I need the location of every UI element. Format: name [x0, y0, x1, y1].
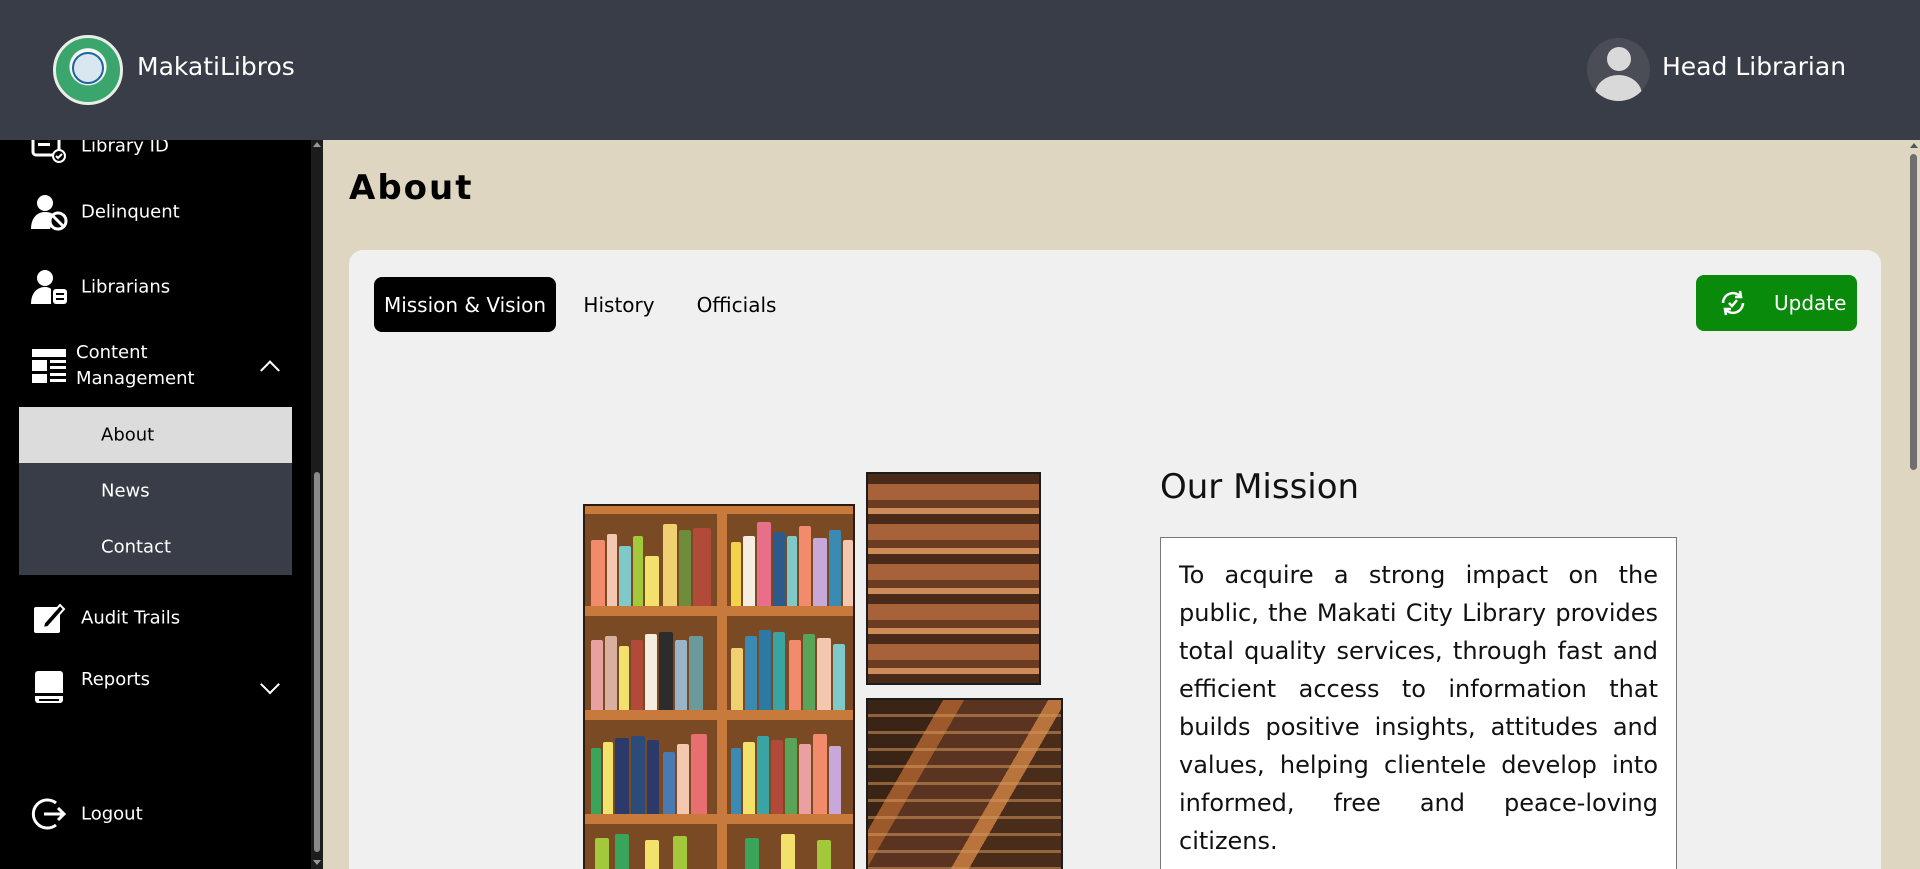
refresh-icon	[1721, 290, 1745, 316]
content-icon	[32, 349, 66, 383]
sidebar-item-label: Logout	[81, 803, 143, 825]
tab-label: History	[583, 292, 655, 317]
update-button[interactable]: Update	[1696, 275, 1857, 331]
mission-textbox[interactable]: To acquire a strong impact on the public…	[1160, 537, 1677, 869]
user-avatar-icon[interactable]	[1587, 38, 1650, 101]
sidebar-item-label: Audit Trails	[81, 607, 181, 629]
library-shelves-photo	[866, 472, 1041, 685]
update-label: Update	[1774, 291, 1847, 315]
sidebar-item-reports[interactable]: Reports	[0, 658, 311, 718]
sidebar-item-content-management[interactable]: Content Management	[0, 326, 311, 406]
submenu-label: Contact	[101, 536, 172, 558]
tab-history[interactable]: History	[569, 277, 669, 332]
sidebar-item-library-id[interactable]: Library ID	[0, 140, 311, 176]
library-logo[interactable]	[53, 35, 123, 105]
tab-label: Officials	[696, 292, 777, 317]
mission-text: To acquire a strong impact on the public…	[1179, 561, 1658, 855]
report-icon	[35, 671, 63, 703]
tab-label: Mission & Vision	[383, 292, 547, 317]
user-role[interactable]: Head Librarian	[1662, 52, 1846, 81]
submenu-item-about[interactable]: About	[19, 407, 292, 463]
page-title: About	[349, 168, 474, 208]
sidebar-item-librarians[interactable]: Librarians	[0, 257, 311, 317]
main-scrollbar[interactable]	[1908, 140, 1920, 869]
sidebar-item-audit-trails[interactable]: Audit Trails	[0, 588, 311, 648]
sidebar-item-label: Librarians	[81, 276, 171, 298]
librarian-icon	[31, 270, 67, 304]
library-id-icon	[31, 140, 66, 163]
tab-mission-vision[interactable]: Mission & Vision	[374, 277, 556, 332]
submenu-label: News	[101, 480, 150, 502]
top-header: MakatiLibros Head Librarian	[0, 0, 1920, 140]
sidebar-item-logout[interactable]: Logout	[0, 784, 311, 844]
logout-icon	[31, 798, 67, 830]
sidebar-item-label: Delinquent	[81, 201, 180, 223]
edit-icon	[34, 603, 66, 633]
app-name[interactable]: MakatiLibros	[137, 52, 295, 81]
library-hall-photo	[866, 698, 1063, 869]
sidebar: Library ID Delinquent Librarians Content…	[0, 140, 311, 869]
chevron-up-icon[interactable]	[260, 360, 280, 381]
submenu-label: About	[101, 424, 155, 446]
sidebar-item-delinquent[interactable]: Delinquent	[0, 182, 311, 242]
submenu-item-contact[interactable]: Contact	[19, 519, 292, 575]
sidebar-item-label: Library ID	[81, 140, 169, 157]
submenu-item-news[interactable]: News	[19, 463, 292, 519]
bookshelf-illustration	[583, 504, 855, 869]
user-block-icon	[31, 195, 68, 231]
tab-officials[interactable]: Officials	[679, 277, 794, 332]
sidebar-item-label: Reports	[81, 669, 151, 691]
sidebar-scrollbar[interactable]	[311, 140, 323, 869]
mission-title: Our Mission	[1160, 467, 1360, 507]
sidebar-item-label: Content Management	[76, 342, 195, 389]
chevron-down-icon[interactable]	[260, 674, 280, 695]
